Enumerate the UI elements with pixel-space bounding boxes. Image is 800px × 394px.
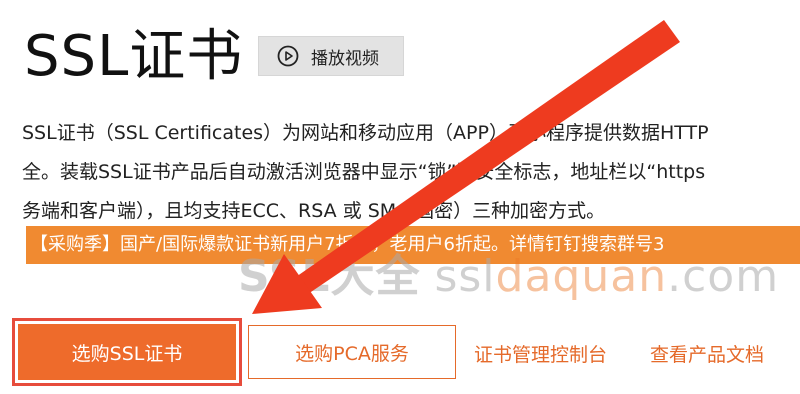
description-line: 全。装载SSL证书产品后自动激活浏览器中显示“锁”型安全标志，地址栏以“http… <box>22 161 706 183</box>
certificate-console-link[interactable]: 证书管理控制台 <box>474 340 607 367</box>
product-description: SSL证书（SSL Certificates）为网站和移动应用（APP）及小程序… <box>22 114 800 231</box>
play-video-button[interactable]: 播放视频 <box>258 36 404 76</box>
page-title: SSL证书 <box>24 24 244 89</box>
play-circle-icon <box>277 45 299 67</box>
product-docs-link[interactable]: 查看产品文档 <box>650 340 764 367</box>
play-video-label: 播放视频 <box>311 48 379 69</box>
description-line: SSL证书（SSL Certificates）为网站和移动应用（APP）及小程序… <box>22 122 709 144</box>
promo-banner[interactable]: 【采购季】国产/国际爆款证书新用户7折起，老用户6折起。详情钉钉搜索群号3 <box>26 226 800 264</box>
buy-ssl-certificate-button[interactable]: 选购SSL证书 <box>12 318 242 386</box>
buy-pca-service-button[interactable]: 选购PCA服务 <box>248 325 456 379</box>
